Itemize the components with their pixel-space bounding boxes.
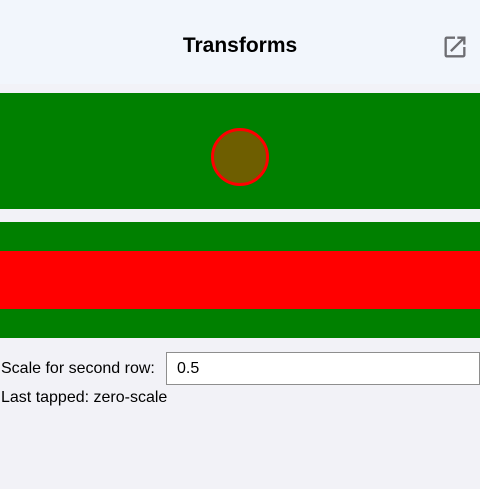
header-bar: Transforms (0, 0, 480, 84)
scaled-band[interactable] (0, 251, 480, 309)
last-tapped-status: Last tapped: zero-scale (1, 389, 168, 406)
transformed-circle[interactable] (211, 128, 269, 186)
open-in-new-glyph (444, 36, 466, 58)
second-row (0, 222, 480, 338)
open-in-new-icon[interactable] (441, 33, 469, 61)
scale-input[interactable] (166, 352, 480, 385)
first-row (0, 93, 480, 209)
page-title: Transforms (182, 34, 298, 57)
scale-label: Scale for second row: (1, 360, 155, 377)
